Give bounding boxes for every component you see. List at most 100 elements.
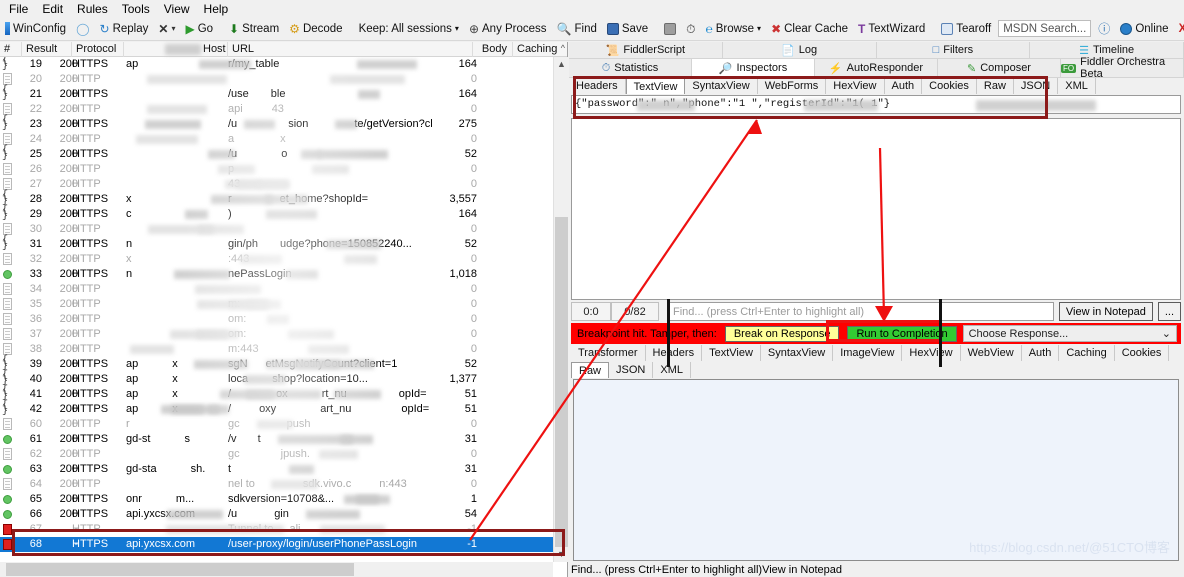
replay-button[interactable]: ↻ Replay — [95, 18, 154, 40]
table-row[interactable]: 26200HTTPp0 — [0, 162, 553, 177]
tab-fiddlerscript[interactable]: 📜 FiddlerScript — [569, 42, 723, 59]
tab-fiddler-orchestra[interactable]: FO Fiddler Orchestra Beta — [1061, 56, 1184, 80]
comment-button[interactable]: ◯ — [71, 18, 94, 40]
table-row[interactable]: 64 200 HTTP nel to sdk.vivo.c n:443 0 — [0, 477, 553, 492]
response-tab-transformer[interactable]: Transformer — [571, 345, 646, 361]
table-row[interactable]: 62 200 HTTP gc jpush. 0 — [0, 447, 553, 462]
table-row[interactable]: {}42200HTTPSapx/oxyart_nuopId=51 — [0, 401, 553, 417]
table-row[interactable]: {}31200HTTPSngin/phudge?phone=150852240.… — [0, 236, 553, 252]
table-row[interactable]: 66 200 HTTPS api.yxcsx.com/u gin 54 — [0, 507, 553, 522]
table-row[interactable]: 24 200 HTTP a x 0 — [0, 132, 553, 147]
go-button[interactable]: ▶ Go — [180, 18, 218, 40]
table-row[interactable]: {}28200HTTPSxret_home?shopId=3,557 — [0, 191, 553, 207]
keep-sessions-dropdown[interactable]: Keep: All sessions ▾ — [354, 18, 464, 40]
menu-item-file[interactable]: File — [2, 1, 35, 17]
response-view-in-notepad-button[interactable]: View in Notepad — [762, 564, 842, 577]
menu-item-rules[interactable]: Rules — [70, 1, 115, 17]
table-row[interactable]: 38 200 HTTP m:443 0 — [0, 342, 553, 357]
find-input[interactable]: Find... (press Ctrl+Enter to highlight a… — [667, 302, 1054, 321]
response-body-area[interactable]: https://blog.csdn.net/@51CTO博客 — [573, 379, 1179, 561]
run-to-completion-button[interactable]: Run to Completion — [847, 325, 957, 342]
table-row[interactable]: {}23200HTTPS/usionte/getVersion?client=1… — [0, 116, 553, 132]
table-row[interactable]: {} 40 200 HTTPS ap x loca shop?location=10... 1,… — [0, 371, 553, 387]
tab-statistics[interactable]: ⏱ Statistics — [569, 59, 692, 78]
scroll-up-icon[interactable]: ▲ — [554, 57, 569, 72]
session-list-vscrollbar[interactable]: ▲ ▼ — [553, 57, 569, 562]
table-row[interactable]: 30 200 HTTP 0 — [0, 222, 553, 237]
column-header-protocol[interactable]: Protocol — [72, 42, 124, 57]
request-tab-json[interactable]: JSON — [1014, 78, 1059, 94]
table-row[interactable]: 32 200 HTTP x:443 0 — [0, 252, 553, 267]
request-tab-headers[interactable]: Headers — [569, 78, 626, 94]
screenshot-button[interactable] — [659, 18, 681, 40]
response-tab-cookies[interactable]: Cookies — [1115, 345, 1170, 361]
response-tab-imageview[interactable]: ImageView — [833, 345, 903, 361]
request-tab-xml[interactable]: XML — [1058, 78, 1096, 94]
scroll-down-icon[interactable]: ▼ — [554, 547, 569, 562]
response-tab-syntaxview[interactable]: SyntaxView — [761, 345, 834, 361]
hscrollbar-thumb[interactable] — [6, 563, 354, 576]
break-on-response-button[interactable]: Break on Response — [724, 325, 840, 342]
decode-button[interactable]: ⚙ Decode — [284, 18, 347, 40]
response-tab-webview[interactable]: WebView — [961, 345, 1022, 361]
find-button[interactable]: 🔍 Find — [552, 18, 602, 40]
msdn-search-input[interactable]: MSDN Search... — [998, 20, 1092, 37]
menu-item-tools[interactable]: Tools — [115, 1, 157, 17]
winconfig-button[interactable]: WinConfig — [0, 18, 71, 40]
table-row[interactable]: {} 19 200 HTTPS ap r/my_table 164 — [0, 57, 553, 72]
tearoff-button[interactable]: Tearoff — [936, 18, 996, 40]
vscrollbar-thumb[interactable] — [555, 217, 568, 552]
table-row[interactable]: 20 200 HTTP 0 — [0, 72, 553, 87]
request-tab-textview[interactable]: TextView — [625, 78, 686, 94]
request-tab-hexview[interactable]: HexView — [826, 78, 885, 94]
table-row[interactable]: {}25200HTTPS/uo52 — [0, 146, 553, 162]
close-button[interactable]: X — [1174, 18, 1184, 40]
textwizard-button[interactable]: T TextWizard — [853, 18, 930, 40]
request-tab-webforms[interactable]: WebForms — [758, 78, 827, 94]
tab-inspectors[interactable]: 🔎 Inspectors — [692, 59, 815, 78]
column-header-body[interactable]: Body — [473, 42, 513, 57]
request-body-textview[interactable]: {"password":" n","phone":"1 ","registerI… — [571, 95, 1181, 114]
table-row[interactable]: 22 200 HTTP api 43 0 — [0, 102, 553, 117]
table-row[interactable]: 33 200 HTTPS n nePassLogin 1,018 — [0, 267, 553, 282]
table-row[interactable]: 65 200 HTTPS onr m... sdkversion=10708&... 1 — [0, 492, 553, 507]
column-header-number[interactable]: # — [0, 42, 22, 57]
table-row[interactable]: {} 29 200 HTTPS c) 164 — [0, 206, 553, 222]
request-tab-raw[interactable]: Raw — [977, 78, 1014, 94]
tab-log[interactable]: 📄 Log — [722, 42, 877, 59]
table-row[interactable]: 63 200 HTTPS gd-sta sh. t 31 — [0, 462, 553, 477]
menu-item-help[interactable]: Help — [197, 1, 236, 17]
table-row[interactable]: 68- HTTPS api.yxcsx.com/user-proxy/login/u… — [0, 537, 553, 552]
table-row[interactable]: 35200HTTPm:0 — [0, 297, 553, 312]
online-button[interactable]: Online — [1115, 18, 1173, 40]
response-tab-auth[interactable]: Auth — [1022, 345, 1060, 361]
table-row[interactable]: {}39200HTTPSapxsgNetMsgNotifyCount?clien… — [0, 356, 553, 372]
request-tab-syntaxview[interactable]: SyntaxView — [685, 78, 758, 94]
session-list-hscrollbar[interactable] — [0, 562, 553, 577]
clear-cache-button[interactable]: ✖ Clear Cache — [766, 18, 853, 40]
table-row[interactable]: 67-HTTPTunnel toali-1 — [0, 522, 553, 537]
request-tab-auth[interactable]: Auth — [885, 78, 923, 94]
table-row[interactable]: 27200HTTP430 — [0, 177, 553, 192]
table-row[interactable]: 60 200 HTTP r gc push 0 — [0, 417, 553, 432]
tab-filters[interactable]: □ Filters — [876, 42, 1031, 59]
remove-button[interactable]: ✕ ▾ — [153, 18, 180, 40]
browse-button[interactable]: ℮ Browse ▾ — [700, 18, 766, 40]
any-process-button[interactable]: ⊕ Any Process — [464, 18, 552, 40]
help-button[interactable]: ⓘ — [1093, 18, 1115, 40]
response-format-xml[interactable]: XML — [653, 362, 691, 378]
response-tab-caching[interactable]: Caching — [1059, 345, 1115, 361]
choose-response-dropdown[interactable]: Choose Response... ⌄ — [962, 325, 1177, 342]
tab-composer[interactable]: ✎ Composer — [938, 59, 1061, 78]
response-format-json[interactable]: JSON — [609, 362, 654, 378]
timer-button[interactable]: ⏱ — [681, 18, 700, 40]
table-row[interactable]: 34 200 HTTP 0 — [0, 282, 553, 297]
table-row[interactable]: 37200HTTPom:0 — [0, 327, 553, 342]
request-tab-cookies[interactable]: Cookies — [922, 78, 977, 94]
save-button[interactable]: Save — [602, 18, 653, 40]
tab-autoresponder[interactable]: ⚡ AutoResponder — [815, 59, 938, 78]
response-tab-textview[interactable]: TextView — [702, 345, 761, 361]
table-row[interactable]: 61 200 HTTPS gd-st s/v t 31 — [0, 432, 553, 447]
table-row[interactable]: {} 21 200 HTTPS/use ble 164 — [0, 86, 553, 102]
view-in-notepad-button[interactable]: View in Notepad — [1058, 302, 1153, 321]
